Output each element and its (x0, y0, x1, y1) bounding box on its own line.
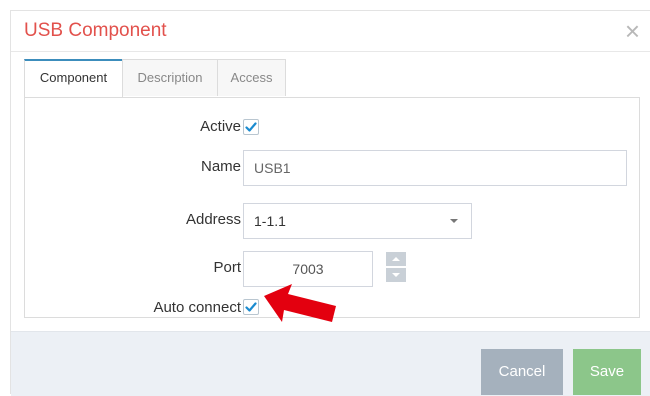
cancel-button[interactable]: Cancel (481, 349, 563, 395)
address-select[interactable]: 1-1.1 (243, 203, 472, 239)
port-decrement-button[interactable] (386, 268, 406, 282)
tab-component[interactable]: Component (24, 59, 123, 98)
tab-access[interactable]: Access (217, 59, 286, 96)
active-checkbox[interactable] (243, 119, 259, 135)
port-label: Port (213, 259, 241, 276)
dialog-footer: Cancel Save (11, 331, 650, 396)
save-button[interactable]: Save (573, 349, 641, 395)
address-select-value: 1-1.1 (254, 213, 286, 229)
address-label: Address (185, 211, 241, 228)
active-label: Active (200, 118, 241, 135)
tab-description[interactable]: Description (122, 59, 218, 96)
usb-component-dialog: USB Component × Component Description Ac… (10, 10, 650, 396)
checkmark-icon (245, 302, 257, 312)
dialog-title: USB Component (24, 20, 167, 41)
name-input[interactable]: USB1 (243, 150, 627, 186)
annotation-arrow-icon (264, 284, 336, 322)
checkmark-icon (245, 122, 257, 132)
port-increment-button[interactable] (386, 252, 406, 266)
tab-bar: Component Description Access (24, 59, 640, 98)
auto-connect-checkbox[interactable] (243, 299, 259, 315)
auto-connect-label: Auto connect (153, 299, 241, 316)
arrow-down-icon (392, 273, 400, 277)
chevron-down-icon (450, 219, 458, 223)
arrow-up-icon (392, 257, 400, 261)
name-label: Name (200, 158, 241, 175)
dialog-header: USB Component × (11, 11, 650, 52)
close-icon[interactable]: × (625, 16, 640, 46)
